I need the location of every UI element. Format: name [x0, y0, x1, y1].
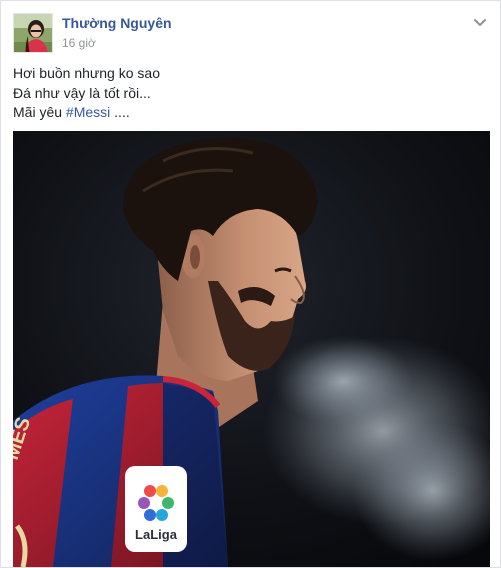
- laliga-badge: LaLiga: [125, 466, 187, 552]
- laliga-badge-text: LaLiga: [135, 527, 178, 542]
- post-message-prefix: Mãi yêu: [13, 104, 66, 120]
- post-message: Hơi buồn nhưng ko sao Đá như vậy là tốt …: [13, 64, 488, 123]
- author-name[interactable]: Thường Nguyên: [62, 15, 172, 31]
- hashtag-link[interactable]: #Messi: [66, 104, 110, 120]
- post-header: Thường Nguyên 16 giờ: [13, 13, 488, 53]
- post-photo[interactable]: MES LaLiga: [13, 131, 490, 567]
- avatar-photo: [14, 14, 52, 52]
- chevron-down-icon: [474, 19, 486, 26]
- player-photo: MES LaLiga: [13, 131, 490, 567]
- player-jersey: MES: [13, 375, 228, 567]
- post-card: Thường Nguyên 16 giờ Hơi buồn nhưng ko s…: [0, 0, 501, 568]
- post-message-line-last: Mãi yêu #Messi ....: [13, 103, 488, 123]
- avatar[interactable]: [13, 13, 53, 53]
- post-options-button[interactable]: [470, 13, 490, 33]
- post-message-line: Đá như vậy là tốt rồi...: [13, 84, 151, 101]
- post-timestamp[interactable]: 16 giờ: [62, 36, 96, 50]
- post-message-suffix: ....: [110, 104, 130, 120]
- post-message-line: Hơi buồn nhưng ko sao: [13, 65, 160, 81]
